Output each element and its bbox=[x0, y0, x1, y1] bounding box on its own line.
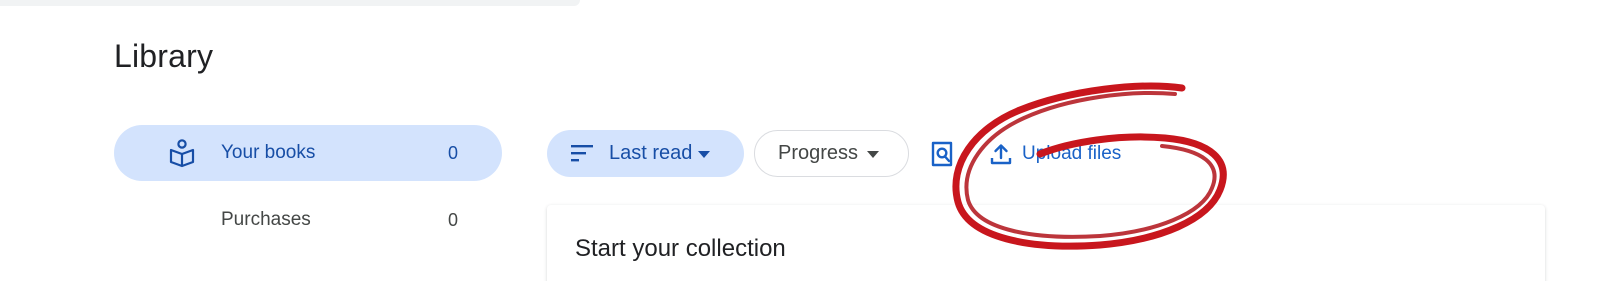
caret-down-icon bbox=[698, 151, 710, 158]
search-document-icon[interactable] bbox=[930, 141, 954, 167]
book-reader-icon bbox=[169, 139, 195, 168]
top-bar-edge bbox=[0, 0, 580, 6]
upload-files-label: Upload files bbox=[1022, 143, 1122, 164]
progress-label: Progress bbox=[778, 142, 859, 164]
progress-filter-chip[interactable]: Progress bbox=[754, 130, 909, 177]
sidebar-item-your-books[interactable]: Your books 0 bbox=[114, 125, 502, 181]
sort-last-read-chip[interactable]: Last read bbox=[547, 130, 744, 177]
upload-files-button[interactable]: Upload files bbox=[990, 139, 1121, 169]
card-title: Start your collection bbox=[575, 235, 786, 262]
page-title: Library bbox=[114, 38, 214, 74]
caret-down-icon bbox=[867, 151, 879, 158]
sort-icon bbox=[571, 145, 593, 162]
empty-collection-card: Start your collection bbox=[547, 205, 1545, 281]
sort-label: Last read bbox=[609, 142, 693, 164]
sidebar-item-label: Your books bbox=[221, 142, 316, 163]
sidebar-item-count: 0 bbox=[448, 142, 459, 163]
sidebar-item-purchases[interactable]: Purchases 0 bbox=[114, 195, 502, 245]
sidebar-item-label: Purchases bbox=[221, 209, 311, 230]
sidebar-item-count: 0 bbox=[448, 209, 459, 230]
upload-icon bbox=[990, 144, 1012, 165]
